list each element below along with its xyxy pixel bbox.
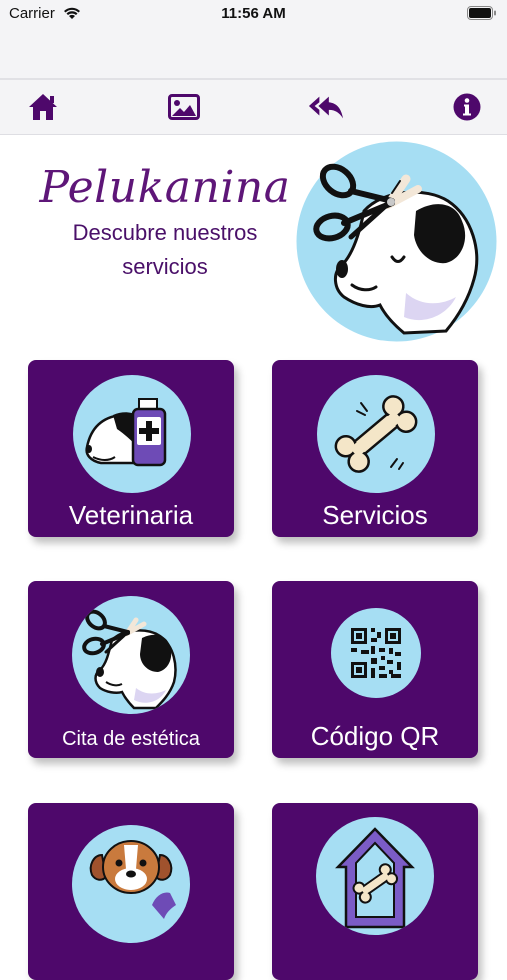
info-button[interactable] — [449, 89, 485, 125]
status-bar: Carrier 11:56 AM — [0, 0, 507, 32]
menu-card-veterinaria[interactable]: Veterinaria — [28, 360, 234, 537]
menu-card-label: Servicios — [322, 500, 428, 530]
menu-card-servicios[interactable]: Servicios — [272, 360, 478, 537]
menu-card-codigo-qr[interactable]: Código QR — [272, 581, 478, 758]
dog-phone-icon — [72, 825, 190, 943]
qr-code-icon — [331, 608, 421, 698]
clock: 11:56 AM — [221, 5, 286, 22]
toolbar — [0, 80, 507, 135]
home-button[interactable] — [25, 89, 61, 125]
battery-icon — [467, 6, 496, 20]
subtitle-line-2: servicios — [122, 254, 208, 279]
menu-card-hotel[interactable] — [272, 803, 478, 980]
bone-icon — [317, 375, 435, 493]
dog-medicine-icon — [73, 375, 191, 493]
reply-all-icon — [308, 96, 344, 119]
dog-scissors-icon — [72, 596, 190, 714]
menu-card-label: Código QR — [310, 721, 440, 751]
navigation-bar — [0, 32, 507, 78]
subtitle-line-1: Descubre nuestros — [72, 220, 258, 245]
grooming-dog-illustration — [296, 141, 497, 342]
brand-header: Pelukanina Descubre nuestros servicios — [30, 160, 300, 284]
back-button[interactable] — [308, 89, 344, 125]
dog-house-icon — [316, 817, 434, 935]
menu-card-cita-estetica[interactable]: Cita de estética — [28, 581, 234, 758]
gallery-button[interactable] — [166, 89, 202, 125]
menu-card-label: Cita de estética — [62, 728, 200, 750]
home-icon — [29, 94, 57, 120]
app-title: Pelukanina — [39, 162, 291, 213]
info-icon — [453, 93, 481, 121]
menu-card-contact[interactable] — [28, 803, 234, 980]
menu-card-label: Veterinaria — [68, 500, 194, 530]
image-icon — [168, 94, 200, 120]
